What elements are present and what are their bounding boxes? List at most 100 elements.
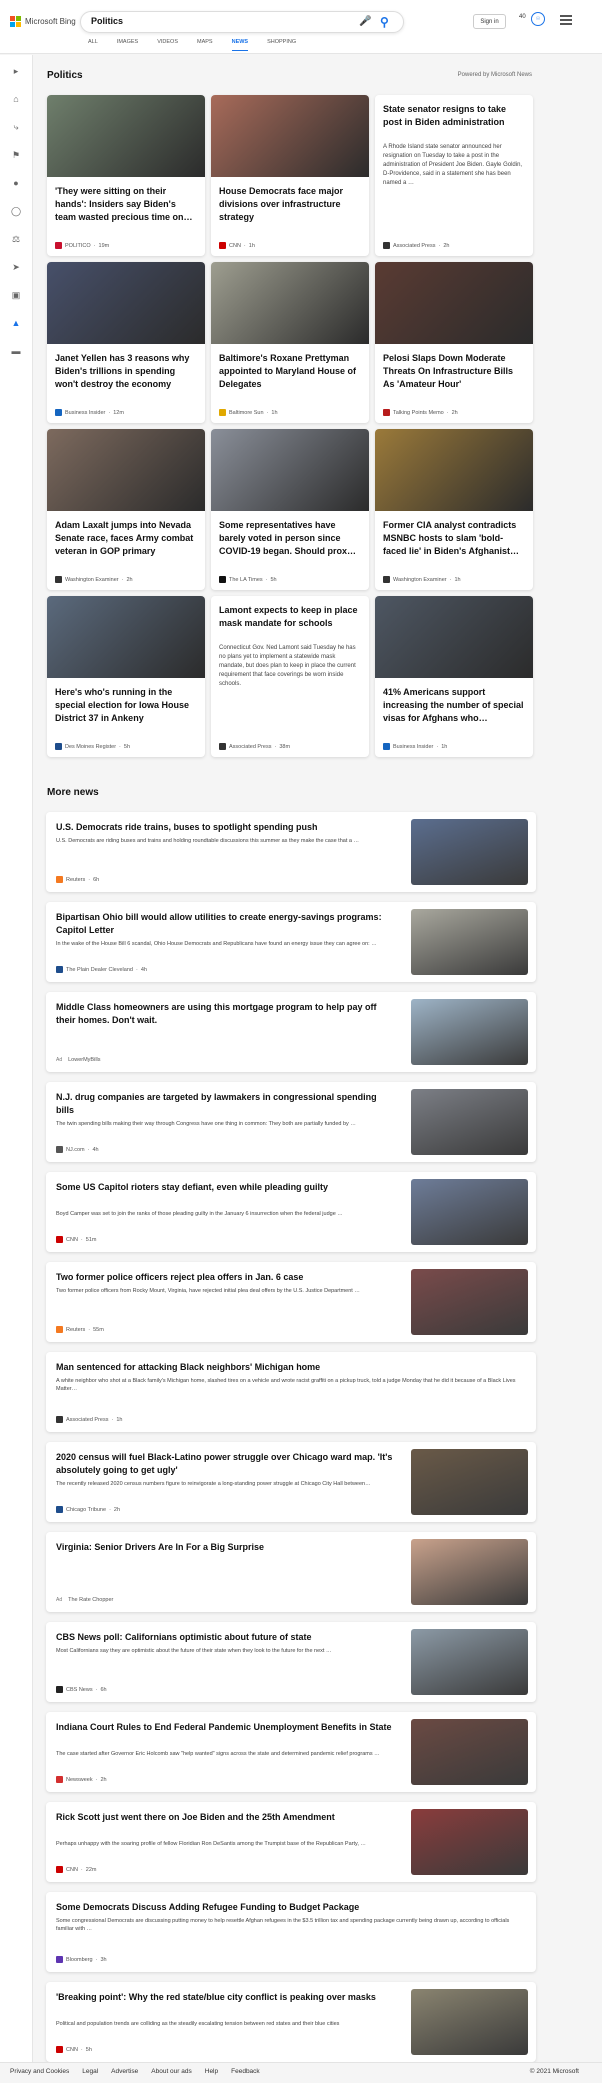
search-icon[interactable]: ⚲ — [380, 15, 393, 29]
more-news-image[interactable] — [411, 1719, 528, 1785]
news-card-image[interactable] — [211, 95, 369, 177]
more-news-title[interactable]: N.J. drug companies are targeted by lawm… — [56, 1091, 396, 1117]
news-card-image[interactable] — [375, 429, 533, 511]
news-card-title[interactable]: Pelosi Slaps Down Moderate Threats On In… — [383, 352, 525, 391]
search-input[interactable] — [91, 16, 341, 26]
more-news-title[interactable]: Bipartisan Ohio bill would allow utiliti… — [56, 911, 396, 937]
trending-icon[interactable]: ⤷ — [10, 121, 22, 133]
news-card[interactable]: 'They were sitting on their hands': Insi… — [47, 95, 205, 256]
more-news-title[interactable]: Two former police officers reject plea o… — [56, 1271, 396, 1284]
home-icon[interactable]: ⌂ — [10, 93, 22, 105]
more-news-title[interactable]: 'Breaking point': Why the red state/blue… — [56, 1991, 396, 2004]
more-news-item[interactable]: Man sentenced for attacking Black neighb… — [46, 1352, 536, 1432]
news-card-title[interactable]: Former CIA analyst contradicts MSNBC hos… — [383, 519, 525, 558]
money-icon[interactable]: ▬ — [10, 345, 22, 357]
news-card-title[interactable]: Here's who's running in the special elec… — [55, 686, 197, 725]
politics-icon[interactable]: ▲ — [10, 317, 22, 329]
more-news-item[interactable]: 2020 census will fuel Black-Latino power… — [46, 1442, 536, 1522]
entertainment-icon[interactable]: ▣ — [10, 289, 22, 301]
more-news-image[interactable] — [411, 819, 528, 885]
more-news-item[interactable]: Indiana Court Rules to End Federal Pande… — [46, 1712, 536, 1792]
footer-link-privacy-and-cookies[interactable]: Privacy and Cookies — [10, 2068, 69, 2075]
tab-news[interactable]: NEWS — [231, 39, 259, 51]
news-card-title[interactable]: Some representatives have barely voted i… — [219, 519, 361, 558]
footer-link-help[interactable]: Help — [205, 2068, 218, 2075]
news-card[interactable]: State senator resigns to take post in Bi… — [375, 95, 533, 256]
more-news-image[interactable] — [411, 1629, 528, 1695]
news-card-title[interactable]: Lamont expects to keep in place mask man… — [219, 604, 361, 630]
more-news-item[interactable]: Some Democrats Discuss Adding Refugee Fu… — [46, 1892, 536, 1972]
more-news-item[interactable]: Bipartisan Ohio bill would allow utiliti… — [46, 902, 536, 982]
news-card[interactable]: Baltimore's Roxane Prettyman appointed t… — [211, 262, 369, 423]
more-news-title[interactable]: Middle Class homeowners are using this m… — [56, 1001, 396, 1027]
news-card-image[interactable] — [211, 262, 369, 344]
news-card[interactable]: Here's who's running in the special elec… — [47, 596, 205, 757]
more-news-item[interactable]: Middle Class homeowners are using this m… — [46, 992, 536, 1072]
news-card[interactable]: House Democrats face major divisions ove… — [211, 95, 369, 256]
news-card-title[interactable]: Baltimore's Roxane Prettyman appointed t… — [219, 352, 361, 391]
tab-shopping[interactable]: SHOPPING — [267, 39, 306, 51]
news-card-image[interactable] — [47, 596, 205, 678]
sign-in-button[interactable]: Sign in — [473, 14, 506, 29]
more-news-item[interactable]: Two former police officers reject plea o… — [46, 1262, 536, 1342]
more-news-item[interactable]: 'Breaking point': Why the red state/blue… — [46, 1982, 536, 2062]
footer-link-advertise[interactable]: Advertise — [111, 2068, 138, 2075]
news-card-title[interactable]: 41% Americans support increasing the num… — [383, 686, 525, 725]
news-card-image[interactable] — [375, 596, 533, 678]
tab-images[interactable]: IMAGES — [117, 39, 148, 51]
expand-sidebar-icon[interactable]: ▸ — [10, 65, 22, 77]
bing-logo[interactable]: Microsoft Bing — [10, 16, 76, 27]
news-card-title[interactable]: State senator resigns to take post in Bi… — [383, 103, 525, 129]
more-news-item[interactable]: Virginia: Senior Drivers Are In For a Bi… — [46, 1532, 536, 1612]
more-news-image[interactable] — [411, 1809, 528, 1875]
more-news-item[interactable]: CBS News poll: Californians optimistic a… — [46, 1622, 536, 1702]
rewards-icon[interactable]: ☉ — [531, 12, 545, 26]
hamburger-menu-icon[interactable] — [560, 15, 572, 25]
news-card[interactable]: Former CIA analyst contradicts MSNBC hos… — [375, 429, 533, 590]
more-news-title[interactable]: Man sentenced for attacking Black neighb… — [56, 1361, 526, 1374]
globe-icon[interactable]: ◯ — [10, 205, 22, 217]
tab-maps[interactable]: MAPS — [197, 39, 223, 51]
footer-link-feedback[interactable]: Feedback — [231, 2068, 260, 2075]
more-news-title[interactable]: U.S. Democrats ride trains, buses to spo… — [56, 821, 396, 834]
more-news-image[interactable] — [411, 909, 528, 975]
more-news-title[interactable]: Some US Capitol rioters stay defiant, ev… — [56, 1181, 396, 1194]
more-news-image[interactable] — [411, 999, 528, 1065]
news-card-image[interactable] — [375, 262, 533, 344]
more-news-image[interactable] — [411, 1179, 528, 1245]
news-card[interactable]: Some representatives have barely voted i… — [211, 429, 369, 590]
more-news-image[interactable] — [411, 1089, 528, 1155]
science-icon[interactable]: ⚖ — [10, 233, 22, 245]
more-news-title[interactable]: Rick Scott just went there on Joe Biden … — [56, 1811, 396, 1824]
news-card-title[interactable]: 'They were sitting on their hands': Insi… — [55, 185, 197, 224]
news-card-title[interactable]: House Democrats face major divisions ove… — [219, 185, 361, 224]
news-card-title[interactable]: Adam Laxalt jumps into Nevada Senate rac… — [55, 519, 197, 558]
news-card[interactable]: Adam Laxalt jumps into Nevada Senate rac… — [47, 429, 205, 590]
more-news-title[interactable]: Some Democrats Discuss Adding Refugee Fu… — [56, 1901, 526, 1914]
rewards-points[interactable]: 40 — [519, 14, 526, 20]
news-card-image[interactable] — [47, 262, 205, 344]
tab-all[interactable]: ALL — [88, 39, 108, 51]
search-box[interactable]: 🎤 ⚲ — [80, 11, 404, 33]
location-icon[interactable]: ● — [10, 177, 22, 189]
more-news-title[interactable]: Virginia: Senior Drivers Are In For a Bi… — [56, 1541, 396, 1554]
news-card-image[interactable] — [47, 95, 205, 177]
tab-videos[interactable]: VIDEOS — [157, 39, 188, 51]
flag-icon[interactable]: ⚑ — [10, 149, 22, 161]
news-card-image[interactable] — [47, 429, 205, 511]
news-card[interactable]: Janet Yellen has 3 reasons why Biden's t… — [47, 262, 205, 423]
rocket-icon[interactable]: ➤ — [10, 261, 22, 273]
news-card-title[interactable]: Janet Yellen has 3 reasons why Biden's t… — [55, 352, 197, 391]
more-news-image[interactable] — [411, 1539, 528, 1605]
microphone-icon[interactable]: 🎤 — [359, 16, 371, 29]
footer-link-legal[interactable]: Legal — [82, 2068, 98, 2075]
news-card[interactable]: Lamont expects to keep in place mask man… — [211, 596, 369, 757]
more-news-item[interactable]: Rick Scott just went there on Joe Biden … — [46, 1802, 536, 1882]
more-news-title[interactable]: 2020 census will fuel Black-Latino power… — [56, 1451, 396, 1477]
more-news-title[interactable]: CBS News poll: Californians optimistic a… — [56, 1631, 396, 1644]
more-news-image[interactable] — [411, 1449, 528, 1515]
more-news-item[interactable]: U.S. Democrats ride trains, buses to spo… — [46, 812, 536, 892]
more-news-image[interactable] — [411, 1269, 528, 1335]
news-card[interactable]: Pelosi Slaps Down Moderate Threats On In… — [375, 262, 533, 423]
more-news-item[interactable]: N.J. drug companies are targeted by lawm… — [46, 1082, 536, 1162]
